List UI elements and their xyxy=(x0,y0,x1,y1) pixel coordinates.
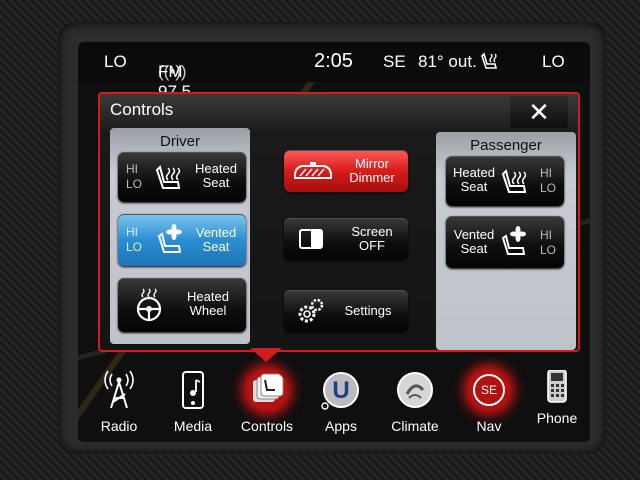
compass-badge: SE xyxy=(473,374,505,406)
passenger-panel: Passenger Heated Seat HI LO Vented Seat HI L… xyxy=(436,132,576,350)
passenger-vented-seat-label: Vented Seat xyxy=(453,227,495,256)
hi-lo-indicator: HI LO xyxy=(540,228,557,257)
close-button[interactable]: ✕ xyxy=(510,96,568,128)
screen-off-button[interactable]: Screen OFF xyxy=(284,218,408,260)
nav-controls-label: Controls xyxy=(240,418,294,434)
popup-title: Controls xyxy=(110,100,174,119)
settings-label: Settings xyxy=(344,303,392,318)
climate-icon xyxy=(397,372,433,408)
nav-phone-label: Phone xyxy=(536,410,578,426)
phone-icon xyxy=(547,370,567,403)
mirror-icon xyxy=(293,162,333,179)
heated-seat-icon xyxy=(501,169,527,193)
popup-pointer xyxy=(250,348,282,362)
svg-text:U: U xyxy=(332,377,349,404)
clock: 2:05 xyxy=(314,50,353,72)
nav-phone[interactable]: Phone xyxy=(524,370,590,440)
status-bar: LO ((•))FM 97.5 2:05 SE 81° out. LO xyxy=(78,42,590,101)
seat-status-icon xyxy=(479,52,501,77)
apps-icon: U xyxy=(321,372,359,410)
passenger-temp-setting[interactable]: LO xyxy=(542,52,565,72)
hi-lo-indicator: HI LO xyxy=(126,162,143,191)
passenger-heated-seat-button[interactable]: Heated Seat HI LO xyxy=(446,156,564,206)
heated-seat-icon xyxy=(155,165,181,189)
nav-apps[interactable]: U Apps xyxy=(308,370,374,440)
compass-heading: SE xyxy=(383,52,406,71)
driver-title: Driver xyxy=(160,133,200,150)
heated-wheel-label: Heated Wheel xyxy=(187,289,229,318)
nav-nav[interactable]: SE Nav xyxy=(456,370,522,440)
controls-icon xyxy=(247,370,287,410)
gear-icon xyxy=(298,298,324,323)
nav-media-label: Media xyxy=(173,418,213,434)
heated-wheel-button[interactable]: Heated Wheel xyxy=(118,278,246,332)
nav-climate[interactable]: Climate xyxy=(382,370,448,440)
radio-tower-icon xyxy=(104,370,134,409)
nav-radio-label: Radio xyxy=(100,418,138,434)
screen-off-label: Screen OFF xyxy=(351,224,393,253)
passenger-heated-seat-label: Heated Seat xyxy=(453,165,495,194)
driver-temp-setting[interactable]: LO xyxy=(104,52,127,72)
nav-media[interactable]: Media xyxy=(160,370,226,440)
nav-climate-label: Climate xyxy=(391,418,439,434)
driver-vented-seat-button[interactable]: HI LO Vented Seat xyxy=(118,214,246,266)
controls-popup: Controls ✕ Driver HI LO Heated Seat HI LO V… xyxy=(98,92,580,352)
driver-heated-seat-button[interactable]: HI LO Heated Seat xyxy=(118,152,246,202)
passenger-title: Passenger xyxy=(470,137,542,154)
media-player-icon xyxy=(182,371,204,409)
mirror-dimmer-label: Mirror Dimmer xyxy=(349,156,395,185)
nav-nav-label: Nav xyxy=(476,418,502,434)
settings-button[interactable]: Settings xyxy=(284,290,408,332)
hi-lo-indicator: HI LO xyxy=(540,166,557,195)
nav-apps-label: Apps xyxy=(325,418,357,434)
nav-radio[interactable]: Radio xyxy=(86,370,152,440)
screen-icon xyxy=(299,229,323,249)
passenger-vented-seat-button[interactable]: Vented Seat HI LO xyxy=(446,216,564,268)
vented-seat-icon xyxy=(501,226,526,255)
mirror-dimmer-button[interactable]: Mirror Dimmer xyxy=(284,150,408,192)
vented-seat-icon xyxy=(157,224,182,253)
hi-lo-indicator: HI LO xyxy=(126,225,143,254)
outside-temperature: 81° out. xyxy=(418,52,477,71)
nav-controls[interactable]: Controls xyxy=(234,370,300,440)
infotainment-screen: LO ((•))FM 97.5 2:05 SE 81° out. LO Cont… xyxy=(78,42,590,442)
bottom-nav: Radio Media Controls U Apps Climate SE N… xyxy=(78,362,590,442)
driver-heated-seat-label: Heated Seat xyxy=(195,161,237,190)
driver-vented-seat-label: Vented Seat xyxy=(195,225,237,254)
driver-panel: Driver HI LO Heated Seat HI LO Vented Seat H… xyxy=(110,128,250,344)
compass-icon: SE xyxy=(469,370,509,410)
heated-wheel-icon xyxy=(136,288,162,322)
